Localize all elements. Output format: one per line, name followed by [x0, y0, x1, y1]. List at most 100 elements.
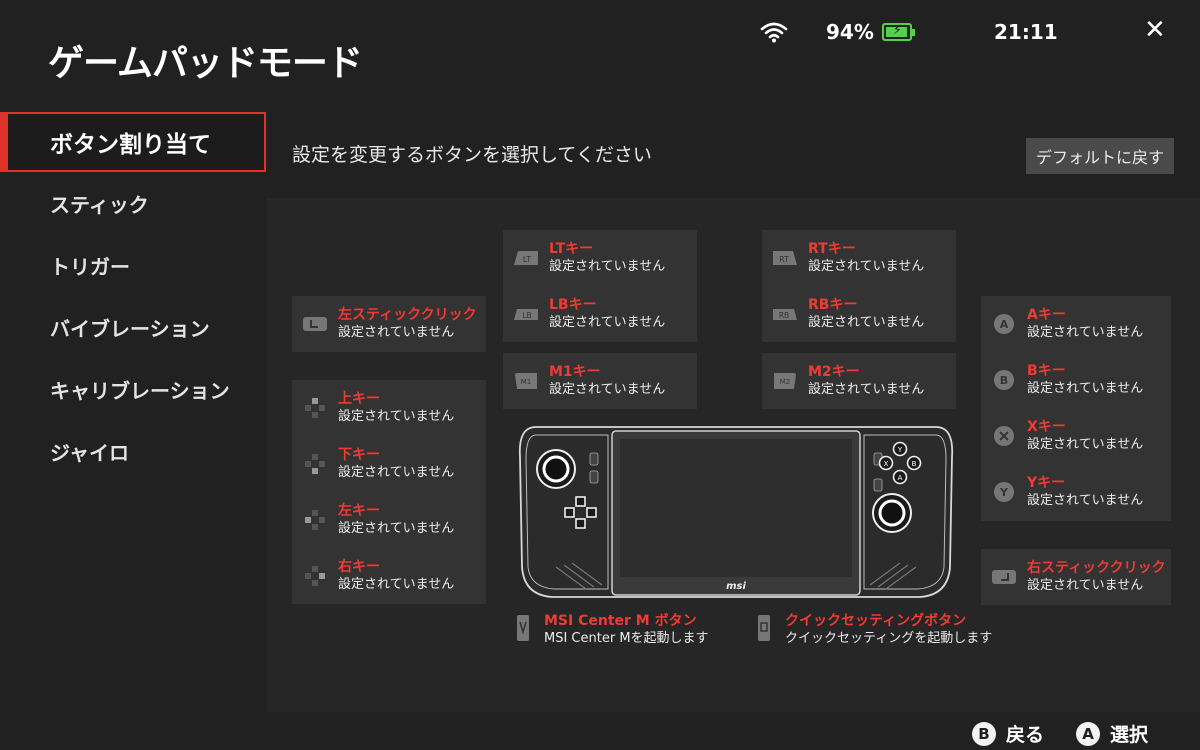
- svg-text:B: B: [912, 460, 917, 468]
- item-value: 設定されていません: [338, 521, 455, 536]
- rt-item[interactable]: RT RTキー 設定されていません: [762, 230, 956, 286]
- battery-icon: ⚡: [881, 23, 915, 41]
- right-stick-click-card: 右スティッククリック 設定されていません: [981, 549, 1171, 605]
- rt-icon: RT: [762, 249, 808, 267]
- item-title: 下キー: [338, 447, 380, 463]
- item-title: 上キー: [338, 391, 380, 407]
- x-button-icon: [981, 425, 1027, 447]
- y-key-item[interactable]: Y Yキー 設定されていません: [981, 464, 1171, 520]
- a-button-glyph-icon: A: [1076, 721, 1100, 746]
- page-title: ゲームパッドモード: [48, 43, 363, 84]
- wifi-icon: [760, 18, 788, 46]
- face-buttons-card: A Aキー 設定されていません B Bキー 設定されていません Xキー 設定され…: [981, 296, 1171, 521]
- item-title: 右スティッククリック: [1027, 560, 1166, 576]
- sidebar-item-trigger[interactable]: トリガー: [0, 234, 266, 296]
- m1-icon: M1: [503, 371, 549, 391]
- lb-item[interactable]: LB LBキー 設定されていません: [503, 286, 697, 342]
- item-value: 設定されていません: [808, 315, 925, 330]
- b-key-item[interactable]: B Bキー 設定されていません: [981, 352, 1171, 408]
- item-title: M1キー: [549, 364, 601, 380]
- item-value: 設定されていません: [549, 259, 666, 274]
- dpad-card: 上キー 設定されていません 下キー 設定されていません 左キー 設定されていませ…: [292, 380, 486, 604]
- svg-text:X: X: [884, 460, 889, 468]
- left-stick-click-card: 左スティッククリック 設定されていません: [292, 296, 486, 352]
- item-value: 設定されていません: [338, 577, 455, 592]
- dpad-right-icon: [292, 565, 338, 587]
- handheld-device-illustration: msi YX B A: [518, 426, 954, 598]
- dpad-left-icon: [292, 509, 338, 531]
- rb-item[interactable]: RB RBキー 設定されていません: [762, 286, 956, 342]
- sidebar-item-gyro[interactable]: ジャイロ: [0, 420, 266, 482]
- footer-bar: B 戻る A 選択: [0, 712, 1200, 750]
- lt-icon: LT: [503, 249, 549, 267]
- dpad-down-item[interactable]: 下キー 設定されていません: [292, 436, 486, 492]
- msi-center-button-icon: [516, 614, 530, 646]
- m1-card: M1 M1キー 設定されていません: [503, 353, 697, 409]
- dpad-down-icon: [292, 453, 338, 475]
- m2-icon: M2: [762, 371, 808, 391]
- item-value: 設定されていません: [808, 382, 925, 397]
- left-triggers-card: LT LTキー 設定されていません LB LBキー 設定されていません: [503, 230, 697, 342]
- x-key-item[interactable]: Xキー 設定されていません: [981, 408, 1171, 464]
- instruction-text: 設定を変更するボタンを選択してください: [292, 144, 652, 166]
- svg-text:M2: M2: [780, 378, 791, 386]
- select-hint[interactable]: A 選択: [1076, 720, 1148, 747]
- item-value: 設定されていません: [338, 465, 455, 480]
- lt-item[interactable]: LT LTキー 設定されていません: [503, 230, 697, 286]
- item-title: RBキー: [808, 297, 858, 313]
- b-icon-label: B: [1000, 374, 1008, 387]
- svg-text:Y: Y: [897, 446, 903, 454]
- reset-default-button[interactable]: デフォルトに戻す: [1025, 138, 1174, 174]
- select-label: 選択: [1110, 724, 1149, 746]
- rb-icon: RB: [762, 306, 808, 322]
- item-value: 設定されていません: [1027, 493, 1144, 508]
- clock: 21:11: [994, 20, 1058, 44]
- panel-header: 設定を変更するボタンを選択してください デフォルトに戻す: [266, 112, 1200, 198]
- svg-text:M1: M1: [521, 378, 532, 386]
- item-title: Xキー: [1027, 419, 1066, 435]
- dpad-up-icon: [292, 397, 338, 419]
- item-value: 設定されていません: [549, 382, 666, 397]
- sidebar-item-vibration[interactable]: バイブレーション: [0, 296, 266, 358]
- dpad-up-item[interactable]: 上キー 設定されていません: [292, 380, 486, 436]
- item-value: 設定されていません: [1027, 437, 1144, 452]
- back-hint[interactable]: B 戻る: [972, 720, 1044, 747]
- dpad-right-item[interactable]: 右キー 設定されていません: [292, 548, 486, 604]
- y-button-icon: Y: [981, 481, 1027, 503]
- close-icon[interactable]: ✕: [1144, 15, 1166, 45]
- item-value: 設定されていません: [549, 315, 666, 330]
- a-key-item[interactable]: A Aキー 設定されていません: [981, 296, 1171, 352]
- sidebar-item-calibration[interactable]: キャリブレーション: [0, 358, 266, 420]
- item-title: Aキー: [1027, 307, 1066, 323]
- sidebar: ボタン割り当て スティック トリガー バイブレーション キャリブレーション ジャ…: [0, 112, 266, 482]
- sidebar-item-stick[interactable]: スティック: [0, 172, 266, 234]
- m2-card: M2 M2キー 設定されていません: [762, 353, 956, 409]
- right-triggers-card: RT RTキー 設定されていません RB RBキー 設定されていません: [762, 230, 956, 342]
- msi-center-button-item[interactable]: MSI Center M ボタン MSI Center Mを起動します: [516, 612, 709, 648]
- item-value: 設定されていません: [1027, 578, 1144, 593]
- sidebar-item-button-mapping[interactable]: ボタン割り当て: [0, 112, 266, 172]
- device-logo: msi: [726, 581, 746, 592]
- item-title: Yキー: [1027, 475, 1066, 491]
- battery-status: 94% ⚡: [826, 18, 915, 46]
- item-value: 設定されていません: [338, 325, 455, 340]
- m1-item[interactable]: M1 M1キー 設定されていません: [503, 353, 697, 409]
- quick-settings-button-item[interactable]: クイックセッティングボタン クイックセッティングを起動します: [757, 612, 992, 648]
- quick-settings-title: クイックセッティングボタン: [785, 613, 967, 629]
- item-value: 設定されていません: [338, 409, 455, 424]
- back-label: 戻る: [1006, 724, 1045, 746]
- left-stick-click-icon: [292, 314, 338, 334]
- item-title: LBキー: [549, 297, 597, 313]
- a-icon-label: A: [1000, 318, 1009, 331]
- item-title: 左キー: [338, 503, 380, 519]
- msi-center-desc: MSI Center Mを起動します: [544, 631, 709, 646]
- item-title: 左スティッククリック: [338, 307, 477, 323]
- right-stick-click-item[interactable]: 右スティッククリック 設定されていません: [981, 549, 1171, 605]
- item-value: 設定されていません: [808, 259, 925, 274]
- right-stick-click-icon: [981, 567, 1027, 587]
- m2-item[interactable]: M2 M2キー 設定されていません: [762, 353, 956, 409]
- item-title: M2キー: [808, 364, 860, 380]
- lb-icon: LB: [503, 306, 549, 322]
- dpad-left-item[interactable]: 左キー 設定されていません: [292, 492, 486, 548]
- left-stick-click-item[interactable]: 左スティッククリック 設定されていません: [292, 296, 486, 352]
